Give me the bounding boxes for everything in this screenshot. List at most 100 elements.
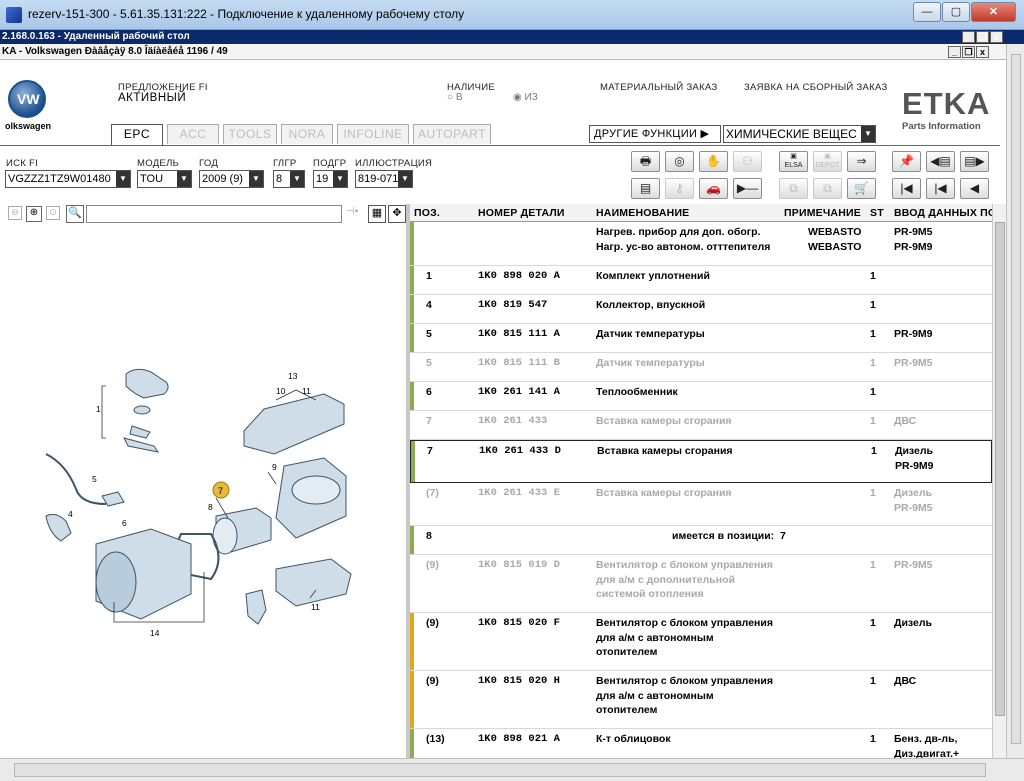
back-icon[interactable]: ◀ <box>960 178 989 199</box>
search-parts-icon[interactable]: ⚇ <box>733 151 762 172</box>
cell-input: ДВС <box>894 675 917 687</box>
rdp-minimize-button[interactable]: _ <box>962 31 975 43</box>
col-name[interactable]: НАИМЕНОВАНИЕ <box>596 207 689 219</box>
app-close-button[interactable]: x <box>976 46 989 58</box>
stack-forward-icon[interactable]: ⧉ <box>813 178 842 199</box>
depot-icon[interactable]: ▣ DEPOT <box>813 151 842 172</box>
list-icon[interactable]: ▤ <box>631 178 660 199</box>
cell-st: 1 <box>870 328 876 340</box>
chemicals-select-value: ХИМИЧЕСКИЕ ВЕЩЕС <box>726 127 857 141</box>
illustration-select[interactable]: 819-071 ▼ <box>355 170 413 188</box>
app-restore-button[interactable]: ❐ <box>962 46 975 58</box>
table-row[interactable]: (9) 1K0 815 019 D Вентилятор с блоком упра… <box>410 555 992 613</box>
year-select[interactable]: 2009 (9) ▼ <box>199 170 264 188</box>
brand-name: olkswagen <box>5 121 52 131</box>
minimize-button[interactable]: — <box>913 2 941 22</box>
forward-doc-icon[interactable]: ⇒ <box>847 151 876 172</box>
bracket-part <box>123 437 160 453</box>
offer-value: АКТИВНЫЙ <box>118 92 187 104</box>
cell-input: PR-9M5 <box>894 559 933 571</box>
assembly-order-link[interactable]: ЗАЯВКА НА СБОРНЫЙ ЗАКАЗ <box>744 82 888 93</box>
cell-pos: 5 <box>426 328 432 340</box>
callout-10: 10 <box>276 386 286 396</box>
cell-input: Дизель <box>894 617 932 629</box>
table-row[interactable]: (9) 1K0 815 020 H Вентилятор с блоком упра… <box>410 671 992 729</box>
window-scrollbar[interactable] <box>1006 44 1024 758</box>
col-note[interactable]: ПРИМЕЧАНИЕ <box>784 207 861 219</box>
callout-8: 8 <box>208 502 213 512</box>
stack-icon[interactable]: ⧉ <box>779 178 808 199</box>
table-row[interactable]: 5 1K0 815 111 A Датчик температуры 1 PR-9M9 <box>410 324 992 353</box>
window-scroll-thumb[interactable] <box>1011 54 1021 744</box>
main-group-label: ГЛГР <box>273 158 297 169</box>
cart-icon[interactable]: 🛒 <box>847 178 876 199</box>
callout-7: 7 <box>218 486 223 496</box>
table-row[interactable]: (7) 1K0 261 433 E Вставка камеры сгорания 1… <box>410 483 992 526</box>
table-row[interactable]: 6 1K0 261 141 A Теплообменник 1 <box>410 382 992 411</box>
chemicals-select[interactable]: ХИМИЧЕСКИЕ ВЕЩЕС ▼ <box>723 125 876 143</box>
vin-select[interactable]: VGZZZ1TZ9W01480 ▼ <box>5 170 131 188</box>
table-row[interactable]: 4 1K0 819 547 Коллектор, впускной 1 <box>410 295 992 324</box>
grid-scrollbar[interactable] <box>992 204 1006 758</box>
table-row[interactable]: 7 1K0 261 433 D Вставка камеры сгорания 1 Ди… <box>410 440 992 483</box>
table-row[interactable]: Нагрев. прибор для доп. обогр. Нагр. ус-… <box>410 222 992 266</box>
cell-name: Вентилятор с блоком управления для а/м с… <box>596 559 773 600</box>
parts-grid: Нагрев. прибор для доп. обогр. Нагр. ус-… <box>410 222 992 758</box>
callout-9: 9 <box>272 462 277 472</box>
row-status-marker <box>411 441 415 482</box>
table-row[interactable]: (13) 1K0 898 021 A К-т облицовок 1 Бенз. дв-… <box>410 729 992 758</box>
cell-name: Вставка камеры сгорания <box>596 487 732 499</box>
window-titlebar: rezerv-151-300 - 5.61.35.131:222 - Подкл… <box>0 0 1024 30</box>
other-functions-button[interactable]: ДРУГИЕ ФУНКЦИИ ▶ <box>589 125 721 143</box>
availability-option-from[interactable]: ◉ ИЗ <box>513 92 538 103</box>
model-select[interactable]: TOU ▼ <box>137 170 192 188</box>
cell-st: 1 <box>870 299 876 311</box>
cell-pos: 6 <box>426 386 432 398</box>
tab-infoline[interactable]: INFOLINE <box>337 124 409 144</box>
disc-icon[interactable]: ◎ <box>665 151 694 172</box>
table-row[interactable]: (9) 1K0 815 020 F Вентилятор с блоком упра… <box>410 613 992 671</box>
material-order-link[interactable]: МАТЕРИАЛЬНЫЙ ЗАКАЗ <box>600 82 718 93</box>
tab-tools[interactable]: TOOLS <box>223 124 277 144</box>
cell-note: WEBASTO WEBASTO <box>808 226 862 253</box>
car-icon[interactable]: 🚗 <box>699 178 728 199</box>
table-row[interactable]: 7 1K0 261 433 Вставка камеры сгорания 1 ДВС <box>410 411 992 440</box>
col-input[interactable]: ВВОД ДАННЫХ ПО <box>894 207 996 219</box>
availability-option-in[interactable]: ○ В <box>447 92 463 103</box>
key-icon[interactable]: ⚷ <box>665 178 694 199</box>
col-pos[interactable]: ПОЗ. <box>414 207 440 219</box>
tab-nora[interactable]: NORA <box>281 124 333 144</box>
maximize-button[interactable]: ▢ <box>942 2 970 22</box>
rdp-close-button[interactable]: x <box>990 31 1003 43</box>
rdp-restore-button[interactable]: ❐ <box>976 31 989 43</box>
table-row[interactable]: 8 имеется в позиции: 7 <box>410 526 992 555</box>
first-page-icon[interactable]: |◀ <box>892 178 921 199</box>
chevron-down-icon: ▼ <box>290 171 304 187</box>
close-button[interactable]: ✕ <box>971 2 1016 22</box>
play-stop-icon[interactable]: ▶— <box>733 178 762 199</box>
remote-desktop-icon <box>6 7 22 23</box>
row-status-marker <box>410 324 414 352</box>
horizontal-scroll-thumb[interactable] <box>14 763 986 777</box>
prev-page-icon[interactable]: |◀ <box>926 178 955 199</box>
availability-option-from-label: ИЗ <box>524 92 538 103</box>
elsa-icon[interactable]: ▣ ELSA <box>779 151 808 172</box>
main-group-select[interactable]: 8 ▼ <box>273 170 305 188</box>
tab-autopart[interactable]: AUTOPART <box>413 124 491 144</box>
horizontal-scrollbar[interactable] <box>0 758 1024 781</box>
pin-icon[interactable]: 📌 <box>892 151 921 172</box>
app-minimize-button[interactable]: _ <box>948 46 961 58</box>
table-row[interactable]: 5 1K0 815 111 B Датчик температуры 1 PR-9M5 <box>410 353 992 382</box>
sub-group-select[interactable]: 19 ▼ <box>313 170 348 188</box>
table-row[interactable]: 1 1K0 898 020 A Комплект уплотнений 1 <box>410 266 992 295</box>
handshake-icon[interactable]: ✋ <box>699 151 728 172</box>
prev-doc-icon[interactable]: ◀▤ <box>926 151 955 172</box>
cell-part-number: 1K0 261 433 E <box>478 487 560 499</box>
col-st[interactable]: ST <box>870 207 884 219</box>
tab-epc[interactable]: EPC <box>111 124 163 146</box>
next-doc-icon[interactable]: ▤▶ <box>960 151 989 172</box>
col-part-number[interactable]: НОМЕР ДЕТАЛИ <box>478 207 565 219</box>
print-icon[interactable]: 🖶 <box>631 151 660 172</box>
tab-acc[interactable]: ACC <box>167 124 219 144</box>
grid-scroll-thumb[interactable] <box>995 222 1005 716</box>
